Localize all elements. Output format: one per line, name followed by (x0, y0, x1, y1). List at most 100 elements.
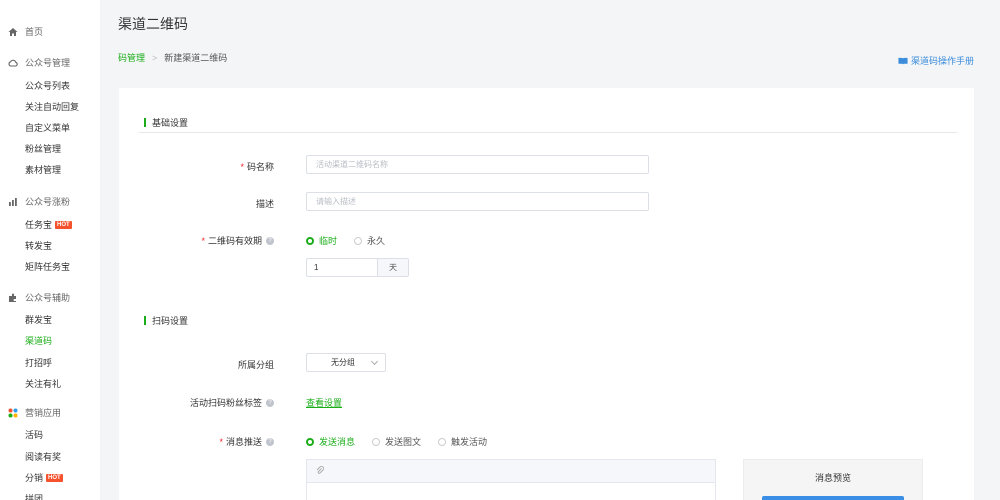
chart-icon (8, 197, 18, 207)
radio-dot (438, 437, 447, 446)
radio-temporary[interactable]: 临时 (306, 234, 337, 247)
help-icon[interactable]: ? (266, 437, 274, 446)
sidebar-item-label: 打招呼 (25, 358, 53, 368)
sidebar-item-label: 公众号列表 (25, 81, 71, 91)
sidebar-item-home[interactable]: 首页 (8, 25, 43, 38)
sidebar-item-label: 渠道码 (25, 336, 53, 346)
sidebar-item-read-reward[interactable]: 阅读有奖 (25, 450, 61, 463)
form-card: 基础设置 * 码名称 描述 * 二维码有效期 ? 临时 永久 天 扫码设置 (119, 88, 974, 500)
sidebar-item-greeting[interactable]: 打招呼 (25, 356, 52, 369)
sidebar-item-live-code[interactable]: 活码 (25, 428, 43, 441)
radio-label: 临时 (319, 236, 338, 246)
section-divider (139, 132, 957, 133)
sidebar-group-assist[interactable]: 公众号辅助 (8, 291, 70, 304)
sidebar-item-forward-bao[interactable]: 转发宝 (25, 239, 52, 252)
view-settings-link[interactable]: 查看设置 (306, 396, 342, 409)
sidebar: 首页 公众号管理 公众号列表 关注自动回复 自定义菜单 粉丝管理 素材管理 公众… (0, 0, 100, 500)
sidebar-item-label: 关注自动回复 (25, 102, 80, 112)
field-label: 所属分组 (237, 360, 274, 370)
group-select[interactable]: 无分组 (306, 353, 386, 372)
sidebar-item-label: 分销 (25, 473, 44, 483)
radio-label: 永久 (367, 236, 386, 246)
section-basic: 基础设置 (144, 116, 188, 129)
chevron-down-icon (370, 357, 379, 365)
radio-dot (306, 437, 314, 446)
section-scan: 扫码设置 (144, 314, 188, 327)
breadcrumb-parent-link[interactable]: 码管理 (118, 51, 145, 64)
sidebar-item-materials[interactable]: 素材管理 (25, 163, 61, 176)
section-title: 基础设置 (152, 118, 189, 128)
sidebar-item-custom-menu[interactable]: 自定义菜单 (25, 121, 70, 134)
push-label: * 消息推送 ? (219, 435, 274, 448)
page-title: 渠道二维码 (118, 16, 188, 32)
sidebar-item-mass-send[interactable]: 群发宝 (25, 313, 52, 326)
breadcrumb-current: 新建渠道二维码 (164, 53, 228, 63)
field-label: 消息推送 (225, 437, 262, 447)
message-editor[interactable] (306, 459, 716, 500)
cloud-icon (8, 58, 18, 68)
section-accent-bar (144, 118, 146, 127)
message-preview: 消息预览 (743, 459, 923, 500)
sidebar-item-distribution[interactable]: 分销 HOT (25, 471, 63, 484)
editor-toolbar (307, 460, 715, 483)
validity-days-unit: 天 (378, 258, 409, 277)
radio-trigger-activity[interactable]: 触发活动 (438, 435, 487, 448)
sidebar-item-label: 转发宝 (25, 241, 53, 251)
sidebar-item-label: 自定义菜单 (25, 123, 71, 133)
section-title: 扫码设置 (152, 316, 189, 326)
description-input[interactable] (306, 192, 649, 211)
sidebar-item-follow-reply[interactable]: 关注自动回复 (25, 100, 79, 113)
apps-icon (8, 408, 18, 418)
push-radio-group: 发送消息 发送图文 触发活动 (306, 435, 504, 448)
breadcrumb-separator: > (152, 52, 158, 63)
help-icon[interactable]: ? (266, 236, 274, 245)
sidebar-item-fans[interactable]: 粉丝管理 (25, 142, 61, 155)
radio-label: 触发活动 (451, 437, 488, 447)
sidebar-item-label: 矩阵任务宝 (25, 262, 71, 272)
radio-send-article[interactable]: 发送图文 (372, 435, 421, 448)
validity-days-field: 天 (306, 258, 409, 277)
breadcrumb: 码管理 > 新建渠道二维码 (118, 51, 227, 64)
required-mark: * (240, 161, 244, 172)
attachment-icon[interactable] (316, 465, 324, 477)
plugin-icon (8, 293, 18, 303)
sidebar-item-label: 关注有礼 (25, 379, 62, 389)
sidebar-item-label: 活码 (25, 430, 44, 440)
fan-tag-label: 活动扫码粉丝标签 ? (190, 396, 274, 409)
radio-dot (354, 236, 363, 245)
required-mark: * (201, 235, 205, 246)
validity-radio-group: 临时 永久 (306, 234, 402, 247)
help-icon[interactable]: ? (266, 398, 274, 407)
sidebar-item-follow-gift[interactable]: 关注有礼 (25, 377, 61, 390)
hot-badge: HOT (46, 473, 63, 482)
sidebar-item-task-bao[interactable]: 任务宝 HOT (25, 218, 72, 231)
sidebar-item-label: 阅读有奖 (25, 452, 62, 462)
radio-dot (306, 236, 314, 245)
sidebar-item-matrix-task[interactable]: 矩阵任务宝 (25, 260, 70, 273)
sidebar-item-group-buy[interactable]: 拼团 (25, 492, 43, 500)
preview-title: 消息预览 (814, 473, 851, 483)
preview-header-bar (762, 496, 904, 500)
sidebar-group-marketing[interactable]: 营销应用 (8, 406, 61, 419)
radio-label: 发送图文 (385, 437, 422, 447)
sidebar-group-label: 营销应用 (25, 408, 62, 418)
book-icon (898, 56, 908, 66)
validity-label: * 二维码有效期 ? (201, 234, 274, 247)
sidebar-group-label: 公众号涨粉 (25, 197, 71, 207)
section-accent-bar (144, 316, 146, 325)
manual-link[interactable]: 渠道码操作手册 (898, 54, 974, 67)
home-icon (8, 27, 18, 37)
sidebar-item-channel-code[interactable]: 渠道码 (25, 334, 52, 347)
sidebar-group-account-management[interactable]: 公众号管理 (8, 56, 70, 69)
radio-permanent[interactable]: 永久 (354, 234, 385, 247)
required-mark: * (219, 436, 223, 447)
field-label: 二维码有效期 (207, 236, 262, 246)
radio-label: 发送消息 (319, 437, 356, 447)
sidebar-item-account-list[interactable]: 公众号列表 (25, 79, 70, 92)
description-label: 描述 (256, 197, 274, 210)
sidebar-item-label: 素材管理 (25, 165, 62, 175)
validity-days-input[interactable] (306, 258, 378, 277)
code-name-input[interactable] (306, 155, 649, 174)
radio-send-message[interactable]: 发送消息 (306, 435, 355, 448)
sidebar-group-fan-growth[interactable]: 公众号涨粉 (8, 195, 70, 208)
